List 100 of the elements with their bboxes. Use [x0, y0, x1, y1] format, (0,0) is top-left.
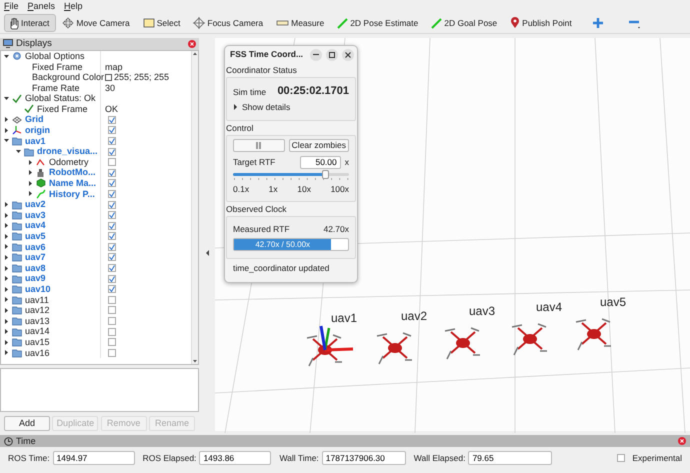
tree-item-label[interactable]: uav8	[25, 262, 46, 274]
collapsed-arrow-icon[interactable]	[3, 222, 10, 230]
collapsed-arrow-icon[interactable]	[3, 349, 10, 356]
tool-button[interactable]: Publish Point	[506, 14, 579, 32]
collapsed-arrow-icon[interactable]	[3, 318, 10, 325]
checkbox[interactable]	[108, 211, 116, 220]
tree-item-label[interactable]: uav3	[25, 210, 46, 220]
tree-item-label[interactable]: Fixed Frame	[32, 62, 83, 72]
checkbox[interactable]	[617, 454, 626, 462]
close-button[interactable]	[342, 48, 354, 60]
collapsed-arrow-icon[interactable]	[3, 328, 10, 336]
expanded-arrow-icon[interactable]	[3, 95, 10, 102]
drone-drawing[interactable]	[376, 332, 412, 364]
checkbox[interactable]	[108, 232, 116, 240]
tree-item-label[interactable]: uav11	[25, 294, 49, 306]
checkbox[interactable]	[108, 190, 116, 198]
collapsed-arrow-icon[interactable]	[27, 169, 34, 176]
collapsed-arrow-icon[interactable]	[3, 254, 10, 261]
tree-item-label[interactable]: uav6	[25, 242, 46, 252]
pause-button[interactable]	[233, 138, 285, 152]
tree-item-label[interactable]: uav13	[25, 316, 50, 326]
target-rtf-input[interactable]: 50.00	[300, 156, 341, 169]
checkbox[interactable]	[108, 126, 116, 134]
tree-item-label[interactable]: uav14	[25, 326, 50, 337]
expanded-arrow-icon[interactable]	[3, 52, 10, 60]
close-icon[interactable]	[678, 437, 686, 445]
tree-item-label[interactable]: uav5	[25, 231, 46, 242]
collapsed-arrow-icon[interactable]	[3, 232, 10, 240]
tree-item-label[interactable]: uav9	[25, 273, 46, 284]
drone-drawing[interactable]	[444, 327, 480, 360]
collapsed-arrow-icon[interactable]	[3, 201, 10, 208]
checkbox[interactable]	[108, 242, 116, 251]
tree-item-label[interactable]: uav7	[25, 252, 46, 263]
tree-item-label[interactable]: Odometry	[49, 156, 89, 168]
tree-item-label[interactable]: History P...	[49, 188, 95, 200]
checkbox[interactable]	[108, 200, 116, 209]
collapsed-arrow-icon[interactable]	[3, 264, 10, 272]
tool-button[interactable]: Move Camera	[58, 14, 137, 32]
tree-item-label[interactable]: uav10	[25, 284, 51, 295]
collapse-arrow-icon[interactable]	[205, 250, 210, 256]
checkbox[interactable]	[108, 285, 116, 294]
tree-item-label[interactable]: RobotMo...	[49, 167, 96, 178]
collapsed-arrow-icon[interactable]	[3, 296, 10, 304]
tree-item-label[interactable]: Background Color	[32, 72, 104, 83]
tree-item-label[interactable]: Fixed Frame	[37, 104, 88, 114]
drone-drawing[interactable]	[512, 323, 547, 356]
tree-item-label[interactable]: uav16	[25, 348, 50, 358]
scrollbar[interactable]	[191, 50, 198, 364]
menu-item[interactable]: Panels	[28, 1, 56, 12]
checkbox-label[interactable]: Experimental	[632, 452, 682, 464]
checkbox[interactable]	[108, 253, 116, 262]
close-icon[interactable]	[188, 40, 196, 48]
collapsed-arrow-icon[interactable]	[3, 212, 10, 219]
checkbox[interactable]	[108, 348, 116, 357]
checkbox[interactable]	[108, 222, 116, 230]
tool-button[interactable]: Select	[138, 14, 188, 32]
collapsed-arrow-icon[interactable]	[3, 306, 10, 314]
checkbox[interactable]	[108, 116, 116, 124]
checkbox[interactable]	[108, 264, 116, 272]
tree-item-label[interactable]: uav2	[25, 199, 46, 210]
checkbox[interactable]	[108, 168, 116, 177]
tree-item-label[interactable]: Grid	[25, 114, 44, 126]
tool-button[interactable]: 2D Pose Estimate	[333, 14, 426, 32]
minimize-button[interactable]	[310, 48, 322, 60]
menu-item[interactable]: Help	[64, 1, 83, 12]
tool-button[interactable]: Focus Camera	[189, 14, 270, 32]
checkbox[interactable]	[108, 306, 116, 314]
expanded-arrow-icon[interactable]	[3, 137, 10, 144]
tool-button[interactable]: 2D Goal Pose	[427, 14, 504, 32]
tree-item-label[interactable]: uav12	[25, 305, 50, 316]
tool-button[interactable]: Measure	[272, 14, 332, 32]
drone-drawing[interactable]	[306, 334, 342, 366]
time-field[interactable]: 1494.97	[52, 451, 135, 465]
checkbox[interactable]	[108, 158, 116, 166]
time-field[interactable]: 79.65	[468, 451, 552, 465]
drone-drawing[interactable]	[576, 318, 611, 350]
tree-item-label[interactable]: origin	[25, 125, 50, 136]
tree-item-label[interactable]: Global Status: Ok	[25, 93, 96, 104]
checkbox[interactable]	[108, 328, 116, 336]
checkbox[interactable]	[108, 274, 116, 283]
tree-item-label[interactable]: Global Options	[25, 50, 85, 62]
collapsed-arrow-icon[interactable]	[3, 116, 10, 124]
tree-item-label[interactable]: uav4	[25, 220, 46, 231]
slider-thumb[interactable]	[322, 170, 329, 179]
checkbox[interactable]	[108, 136, 116, 145]
collapsed-arrow-icon[interactable]	[3, 338, 10, 346]
show-details-toggle[interactable]: Show details	[233, 102, 349, 113]
collapsed-arrow-icon[interactable]	[27, 158, 34, 166]
tree-item-label[interactable]: Frame Rate	[32, 82, 80, 94]
collapsed-arrow-icon[interactable]	[3, 286, 10, 293]
collapsed-arrow-icon[interactable]	[27, 190, 34, 198]
collapsed-arrow-icon[interactable]	[3, 126, 10, 134]
collapsed-arrow-icon[interactable]	[3, 243, 10, 250]
checkbox[interactable]	[108, 317, 116, 326]
tree-item-label[interactable]: uav15	[25, 336, 50, 348]
collapsed-arrow-icon[interactable]	[3, 275, 10, 282]
time-field[interactable]: 1787137906.30	[322, 451, 406, 465]
clear-zombies-button[interactable]: Clear zombies	[288, 138, 349, 152]
expanded-arrow-icon[interactable]	[15, 148, 22, 156]
tree-item-label[interactable]: uav1	[25, 136, 46, 146]
